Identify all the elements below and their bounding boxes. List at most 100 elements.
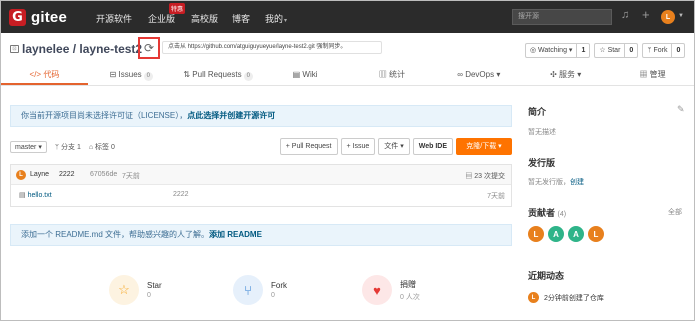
tab-wiki[interactable]: ▤ Wiki — [262, 65, 349, 85]
nav-item-open-source[interactable]: 开源软件 — [96, 12, 132, 25]
add-readme-link[interactable]: 添加 README — [209, 230, 262, 239]
tab-wiki-label: Wiki — [302, 70, 318, 79]
tab-stats-label: 统计 — [389, 70, 406, 79]
commit-author-avatar[interactable]: L — [16, 170, 26, 180]
activity-text: 2分钟前创建了仓库 — [544, 294, 604, 302]
tab-pull-requests[interactable]: ⇅ Pull Requests 0 — [175, 65, 262, 85]
activity-title: 近期动态 — [528, 271, 565, 281]
user-avatar[interactable]: L — [661, 10, 675, 24]
commit-count-link[interactable]: ▤ 23 次提交 — [465, 171, 505, 181]
gitee-logo[interactable]: G gitee — [9, 8, 67, 26]
repo-actions: ◎ Watching ▾ 1 ☆ Star 0 ᛘ Fork 0 — [525, 43, 686, 58]
edit-icon[interactable]: ✎ — [677, 104, 685, 115]
tab-devops[interactable]: ∞ DevOps ▾ — [435, 65, 522, 85]
watch-button[interactable]: ◎ Watching ▾ 1 — [525, 43, 591, 58]
tab-issues[interactable]: ⊟ Issues 0 — [88, 65, 175, 85]
contributor-avatar[interactable]: A — [568, 226, 584, 242]
star-button[interactable]: ☆ Star 0 — [594, 43, 639, 58]
create-release-link[interactable]: 创建 — [570, 179, 584, 186]
search-input[interactable]: 搜开源 — [512, 9, 612, 25]
readme-notice: 添加一个 README.md 文件，帮助感兴趣的人了解。添加 README — [10, 224, 512, 246]
tab-pull-requests-badge: 0 — [243, 72, 253, 81]
commit-icon: ▤ — [465, 173, 475, 180]
repo-tabs: </> 代码 ⊟ Issues 0 ⇅ Pull Requests 0 ▤ Wiki… — [1, 65, 694, 86]
star-stat-value: 0 — [147, 292, 151, 299]
activity-item: L 2分钟前创建了仓库 — [528, 292, 604, 303]
fork-label: ᛘ Fork — [647, 47, 668, 54]
commit-hash[interactable]: 67056de — [90, 171, 117, 178]
issues-icon: ⊟ — [109, 70, 119, 79]
contributors-count: (4) — [557, 211, 567, 218]
bell-icon[interactable]: ♫ — [621, 9, 629, 21]
commit-author[interactable]: Layne — [30, 171, 49, 178]
tab-code[interactable]: </> 代码 — [1, 65, 88, 85]
star-icon: ☆ — [109, 275, 139, 305]
contributors-title-label: 贡献者 — [528, 208, 556, 218]
contributor-avatar[interactable]: L — [588, 226, 604, 242]
tab-issues-badge: 0 — [143, 72, 154, 81]
sync-button[interactable]: ⟳ — [138, 37, 160, 59]
chevron-down-icon[interactable]: ▼ — [678, 13, 684, 19]
stats-icon: ▥ — [378, 70, 390, 79]
issue-button[interactable]: + Issue — [340, 138, 376, 155]
donate-stat-value: 0 人次 — [400, 293, 420, 301]
nav-item-mine[interactable]: 我的▾ — [265, 12, 287, 25]
page-frame: G gitee 开源软件 企业版 特惠 高校版 博客 我的▾ 搜开源 ♫ + L… — [0, 0, 695, 321]
donate-icon: ♥ — [362, 275, 392, 305]
fork-count[interactable]: 0 — [671, 44, 684, 57]
release-text-label: 暂无发行版， — [528, 179, 570, 186]
pull-request-icon: ⇅ — [183, 70, 193, 79]
tab-manage-label: 管理 — [649, 70, 666, 79]
nav-item-blog[interactable]: 博客 — [232, 12, 250, 25]
fork-icon: ⑂ — [233, 275, 263, 305]
services-icon: ✣ — [550, 70, 560, 79]
tab-services[interactable]: ✣ 服务 ▾ — [522, 65, 609, 85]
repo-name-link[interactable]: layne-test2 — [79, 42, 142, 56]
fork-button[interactable]: ᛘ Fork 0 — [642, 43, 686, 58]
star-stat-label: Star — [147, 281, 162, 290]
file-link[interactable]: ▤ hello.txt — [19, 191, 52, 199]
tab-issues-label: Issues — [118, 70, 142, 79]
nav-item-university[interactable]: 高校版 — [191, 12, 218, 25]
star-count[interactable]: 0 — [624, 44, 637, 57]
fork-stat-value: 0 — [271, 292, 275, 299]
nav-item-enterprise[interactable]: 企业版 特惠 — [148, 3, 186, 25]
file-commit-message[interactable]: 2222 — [173, 191, 189, 198]
file-button[interactable]: 文件 ▾ — [378, 138, 410, 155]
repo-title: ⊡ laynelee / layne-test2 — [10, 42, 142, 56]
commit-count: 23 次提交 — [474, 173, 505, 180]
tags-link[interactable]: ⌂ 标签 0 — [89, 142, 115, 152]
activity-avatar[interactable]: L — [528, 292, 539, 303]
branches-link[interactable]: ᛘ 分支 1 — [55, 142, 81, 152]
fork-stat[interactable]: ⑂ Fork 0 — [233, 275, 287, 305]
watch-count[interactable]: 1 — [576, 44, 589, 57]
hot-badge: 特惠 — [169, 3, 186, 14]
star-stat[interactable]: ☆ Star 0 — [109, 275, 162, 305]
repo-owner-link[interactable]: laynelee — [22, 42, 69, 56]
tab-pull-requests-label: Pull Requests — [192, 70, 242, 79]
tab-stats[interactable]: ▥ 统计 — [349, 65, 436, 85]
webide-button[interactable]: Web IDE — [412, 138, 453, 155]
repo-toolbar: master ▾ ᛘ 分支 1 ⌂ 标签 0 + Pull Request + … — [10, 138, 512, 156]
contributor-avatar[interactable]: L — [528, 226, 544, 242]
branch-info: master ▾ ᛘ 分支 1 ⌂ 标签 0 — [10, 141, 115, 153]
license-create-link[interactable]: 点此选择并创建开源许可 — [187, 111, 275, 120]
donate-stat[interactable]: ♥ 捐赠 0 人次 — [362, 275, 420, 305]
branch-select[interactable]: master ▾ — [10, 141, 47, 153]
nav-item-mine-label: 我的 — [265, 14, 284, 24]
plus-icon[interactable]: + — [642, 7, 650, 22]
clone-download-button[interactable]: 克隆/下载 ▾ — [456, 138, 512, 155]
contributor-avatar[interactable]: A — [548, 226, 564, 242]
wiki-icon: ▤ — [292, 70, 303, 79]
pull-request-button[interactable]: + Pull Request — [279, 138, 338, 155]
tab-code-label: </> 代码 — [29, 70, 60, 79]
license-notice-text: 你当前开源项目尚未选择许可证（LICENSE）， — [21, 111, 188, 120]
star-stat-text: Star 0 — [147, 281, 162, 299]
all-contributors-link[interactable]: 全部 — [668, 207, 682, 217]
tab-manage[interactable]: ▦ 管理 — [609, 65, 694, 85]
top-navbar: G gitee 开源软件 企业版 特惠 高校版 博客 我的▾ 搜开源 ♫ + L… — [1, 1, 694, 33]
repo-separator: / — [69, 42, 80, 56]
branches-label: 分支 1 — [61, 144, 81, 151]
commit-message[interactable]: 2222 — [59, 171, 75, 178]
intro-text: 暂无描述 — [528, 129, 556, 136]
